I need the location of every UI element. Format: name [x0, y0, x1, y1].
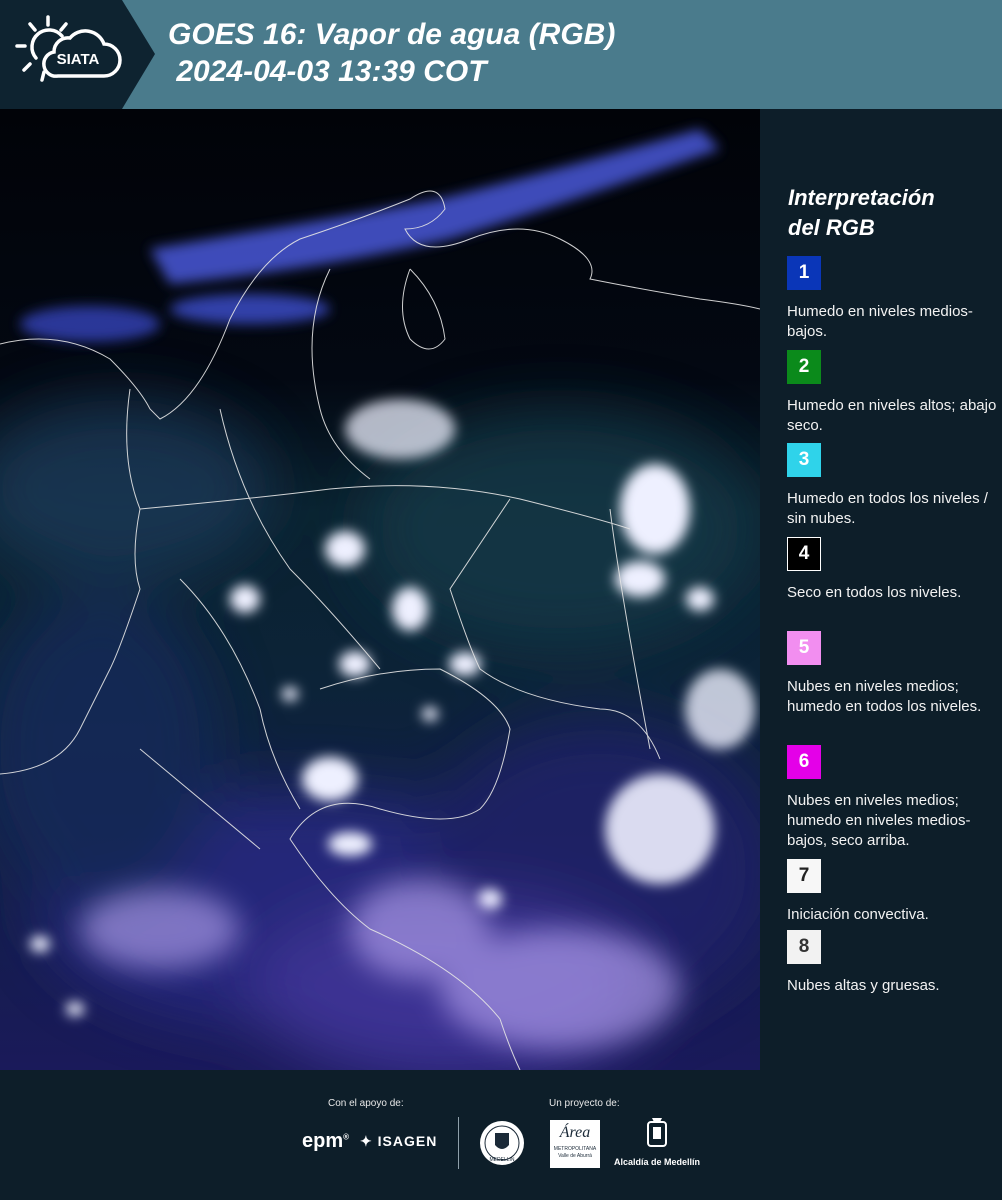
legend-item-text: Humedo en todos los niveles / sin nubes.: [787, 490, 988, 527]
legend-item: 2 Humedo en niveles altos; abajo seco.: [787, 350, 997, 436]
legend-color-swatch: 2: [787, 350, 821, 384]
area-metropolitana-logo[interactable]: Área METROPOLITANA Valle de Aburrá: [550, 1120, 600, 1168]
project-label: Un proyecto de:: [549, 1098, 620, 1109]
legend-item: 4 Seco en todos los niveles.: [787, 537, 997, 603]
legend-title-line1: Interpretación: [788, 185, 935, 210]
legend-item-text: Seco en todos los niveles.: [787, 584, 962, 601]
legend-item-text: Iniciación convectiva.: [787, 906, 929, 923]
isagen-mark-icon: ✦: [360, 1133, 373, 1149]
seal-icon: MEDELLIN: [480, 1121, 524, 1165]
svg-text:SIATA: SIATA: [57, 51, 100, 68]
legend-item-text: Humedo en niveles altos; abajo seco.: [787, 397, 997, 434]
legend-item: 1 Humedo en niveles medios-bajos.: [787, 256, 997, 342]
legend-color-swatch: 5: [787, 631, 821, 665]
isagen-logo[interactable]: ✦ ISAGEN: [360, 1133, 437, 1150]
svg-text:MEDELLIN: MEDELLIN: [489, 1157, 514, 1163]
page-title: GOES 16: Vapor de agua (RGB) 2024-04-03 …: [168, 16, 615, 90]
sun-cloud-logo-icon: SIATA: [15, 15, 122, 82]
legend-color-swatch: 1: [787, 256, 821, 290]
legend-color-swatch: 8: [787, 930, 821, 964]
legend-color-swatch: 6: [787, 745, 821, 779]
legend-item-text: Nubes en niveles medios; humedo en nivel…: [787, 792, 971, 849]
footer-divider: [458, 1117, 459, 1169]
medellin-seal-logo[interactable]: MEDELLIN: [478, 1119, 526, 1172]
footer: Con el apoyo de: Un proyecto de: epm® ✦ …: [0, 1070, 1002, 1200]
legend-panel: Interpretación del RGB 1 Humedo en nivele…: [760, 109, 1002, 1070]
legend-item: 7 Iniciación convectiva.: [787, 859, 997, 925]
support-label: Con el apoyo de:: [328, 1098, 404, 1109]
alcaldia-logo[interactable]: Alcaldía de Medellín: [612, 1118, 702, 1167]
coat-of-arms-icon: [647, 1118, 667, 1147]
legend-color-swatch: 4: [787, 537, 821, 571]
siata-logo[interactable]: SIATA: [0, 0, 155, 109]
epm-logo[interactable]: epm®: [302, 1130, 349, 1153]
legend-item: 3 Humedo en todos los niveles / sin nubes…: [787, 443, 997, 529]
satellite-map[interactable]: [0, 109, 760, 1070]
header-bar: SIATA GOES 16: Vapor de agua (RGB) 2024-…: [0, 0, 1002, 109]
legend-item: 8 Nubes altas y gruesas.: [787, 930, 997, 996]
water-vapor-map-icon: [0, 109, 760, 1070]
legend-title: Interpretación del RGB: [788, 183, 988, 243]
legend-item: 6 Nubes en niveles medios; humedo en nive…: [787, 745, 997, 851]
legend-item: 5 Nubes en niveles medios; humedo en todo…: [787, 631, 997, 717]
legend-item-text: Humedo en niveles medios-bajos.: [787, 303, 973, 340]
legend-color-swatch: 3: [787, 443, 821, 477]
legend-title-line2: del RGB: [788, 215, 875, 240]
legend-color-swatch: 7: [787, 859, 821, 893]
title-product: GOES 16: Vapor de agua (RGB): [168, 18, 616, 51]
legend-item-text: Nubes altas y gruesas.: [787, 977, 940, 994]
legend-item-text: Nubes en niveles medios; humedo en todos…: [787, 678, 982, 715]
title-timestamp: 2024-04-03 13:39 COT: [168, 55, 487, 88]
